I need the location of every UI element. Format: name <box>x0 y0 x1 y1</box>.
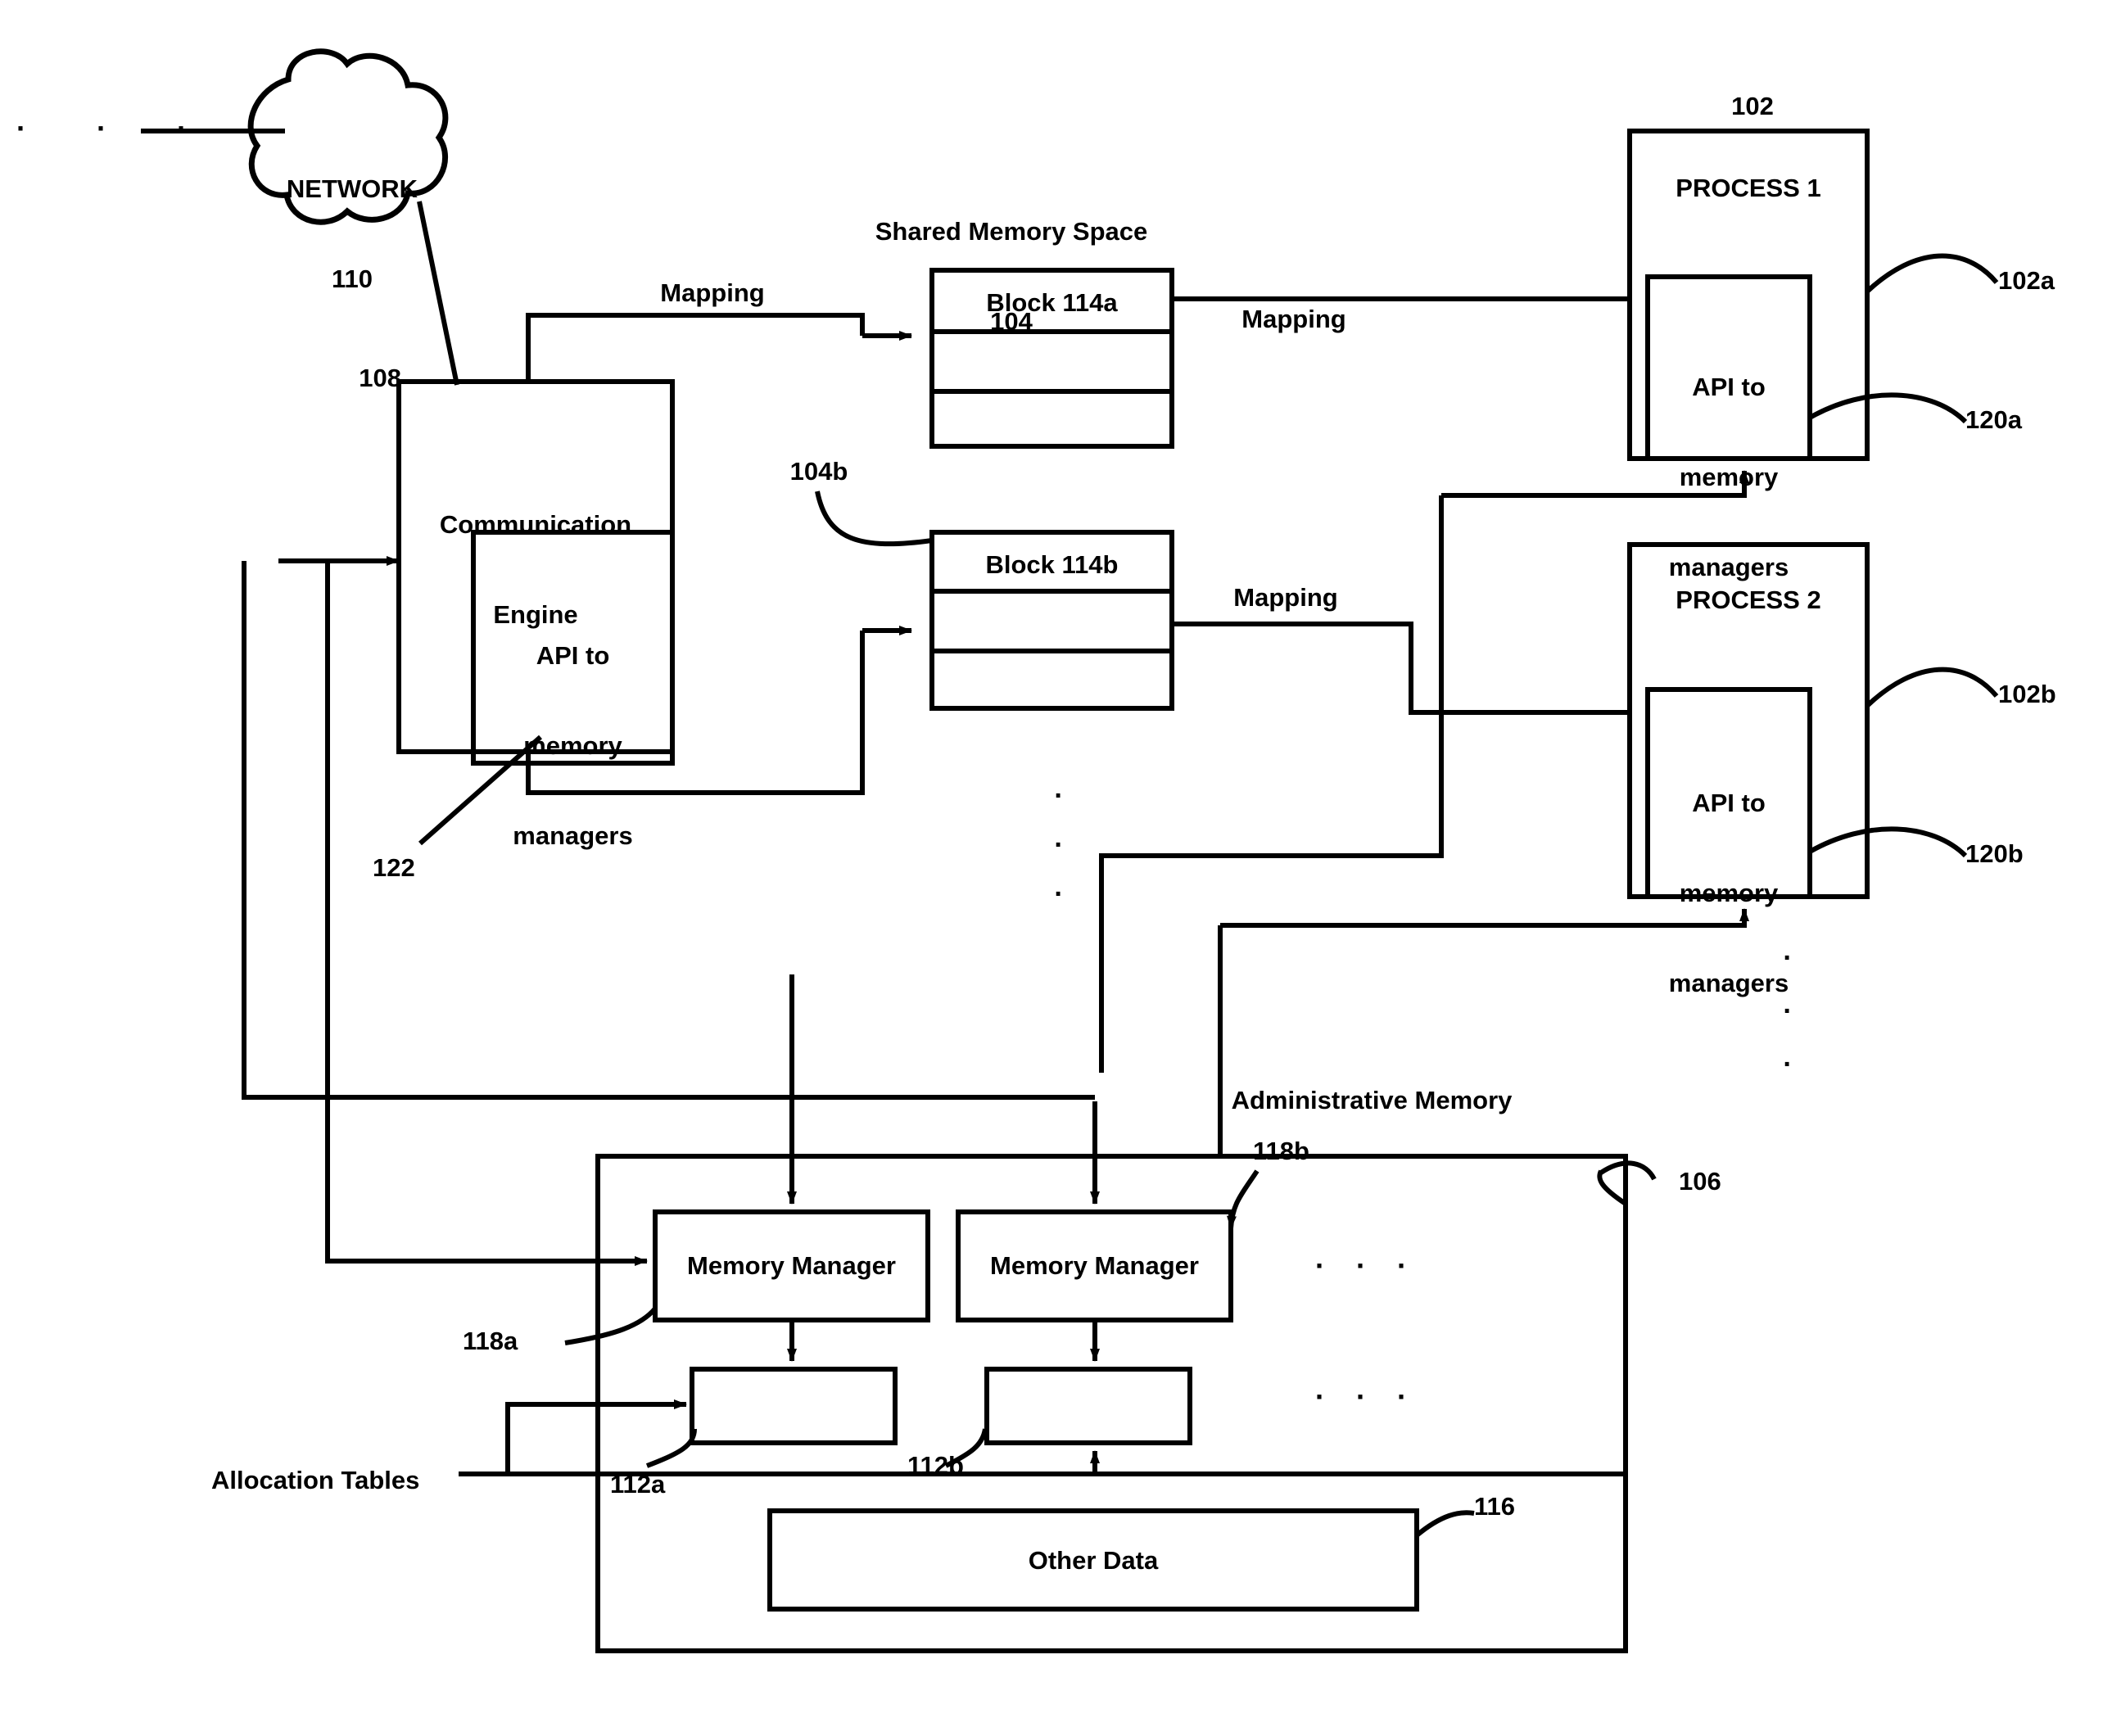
mapping-label-2: Mapping <box>1241 305 1346 333</box>
comm-engine-api-line2: memory <box>523 730 622 760</box>
comm-engine-api-label: API to memory managers <box>473 581 672 911</box>
process-ellipsis-dot-3: · <box>1783 1049 1793 1080</box>
process-1-api-line1: API to <box>1692 373 1766 402</box>
ref-122-label: 122 <box>373 853 415 882</box>
ref-120b-leader <box>1808 826 1968 858</box>
shared-memory-ellipsis-dot-3: · <box>1054 879 1064 910</box>
block-114a-label: Block 114a <box>986 288 1118 317</box>
shared-memory-title-line1: Shared Memory Space <box>875 217 1148 246</box>
shared-memory-title: Shared Memory Space 104 <box>807 157 1216 397</box>
shared-memory-ellipsis-dot-2: · <box>1054 830 1064 861</box>
ref-102b-label: 102b <box>1998 680 2056 708</box>
allocation-tables-caption: Allocation Tables <box>211 1466 420 1494</box>
figure-canvas: NETWORK 110 · · · 108 Communication Engi… <box>0 0 2103 1736</box>
admin-memory-ellipsis-1: · · · <box>1315 1249 1412 1282</box>
shared-memory-ellipsis-dot-1: · <box>1054 780 1064 811</box>
blockb-to-process2 <box>1172 622 1630 715</box>
process-ellipsis-dot-2: · <box>1783 996 1793 1027</box>
alloc-caption-riser <box>505 1402 647 1474</box>
ref-120b-label: 120b <box>1965 839 2024 868</box>
network-label: NETWORK 110 <box>270 115 434 355</box>
process-1-api-line2: memory <box>1679 462 1779 491</box>
ref-102b-leader <box>1865 667 1999 708</box>
ref-120a-label: 120a <box>1965 405 2022 434</box>
network-label-line1: NETWORK <box>286 174 418 204</box>
ref-102-label: 102 <box>1731 92 1774 120</box>
alloc-table-1-box <box>690 1367 898 1445</box>
network-label-line2: 110 <box>331 264 373 293</box>
admin-memory-title: Administrative Memory <box>1231 1086 1513 1114</box>
mapping-label-3: Mapping <box>1233 583 1338 612</box>
memory-manager-2-label: Memory Manager <box>990 1251 1199 1280</box>
ref-118a-label: 118a <box>463 1327 518 1355</box>
ref-116-leader <box>1415 1510 1475 1538</box>
process-2-api-line1: API to <box>1692 789 1766 818</box>
comm-engine-api-line1: API to <box>536 641 610 671</box>
memory-manager-1-label: Memory Manager <box>687 1251 896 1280</box>
ref-104b-leader <box>815 491 933 547</box>
process-ellipsis-dot-1: · <box>1783 943 1793 974</box>
alloc-table-2-box <box>984 1367 1192 1445</box>
ref-106-leader <box>1597 1169 1627 1206</box>
ref-118a-leader <box>564 1307 658 1345</box>
ref-112a-label: 112a <box>610 1470 666 1499</box>
ref-118b-arrow <box>1227 1169 1260 1229</box>
mm2-to-process1-path <box>1099 495 1444 1073</box>
process-2-title: PROCESS 2 <box>1676 585 1821 614</box>
comm-engine-title-line1: Communication <box>439 510 632 540</box>
ref-112b-label: 112b <box>907 1451 964 1480</box>
ref-112a-leader <box>645 1428 697 1468</box>
left-ellipsis: · · · <box>16 111 198 145</box>
ref-108-label: 108 <box>359 364 401 392</box>
ref-120a-leader <box>1808 392 1968 424</box>
ref-116-label: 116 <box>1474 1492 1516 1521</box>
process-1-api-line3: managers <box>1668 552 1789 581</box>
comm-engine-api-line3: managers <box>513 821 633 850</box>
process-2-api-line2: memory <box>1679 878 1779 907</box>
ref-118b-label: 118b <box>1253 1137 1309 1165</box>
ref-104b-label: 104b <box>789 457 848 486</box>
ref-106-label: 106 <box>1679 1167 1721 1196</box>
admin-memory-ellipsis-2: · · · <box>1315 1380 1412 1413</box>
ref-102a-label: 102a <box>1998 266 2055 295</box>
process-1-title: PROCESS 1 <box>1676 174 1821 202</box>
other-data-label: Other Data <box>1028 1546 1159 1575</box>
admin-memory-box <box>595 1154 1628 1653</box>
block-114b-label: Block 114b <box>985 550 1119 579</box>
mapping-label-1: Mapping <box>660 278 765 307</box>
ref-102a-leader <box>1865 253 1999 294</box>
